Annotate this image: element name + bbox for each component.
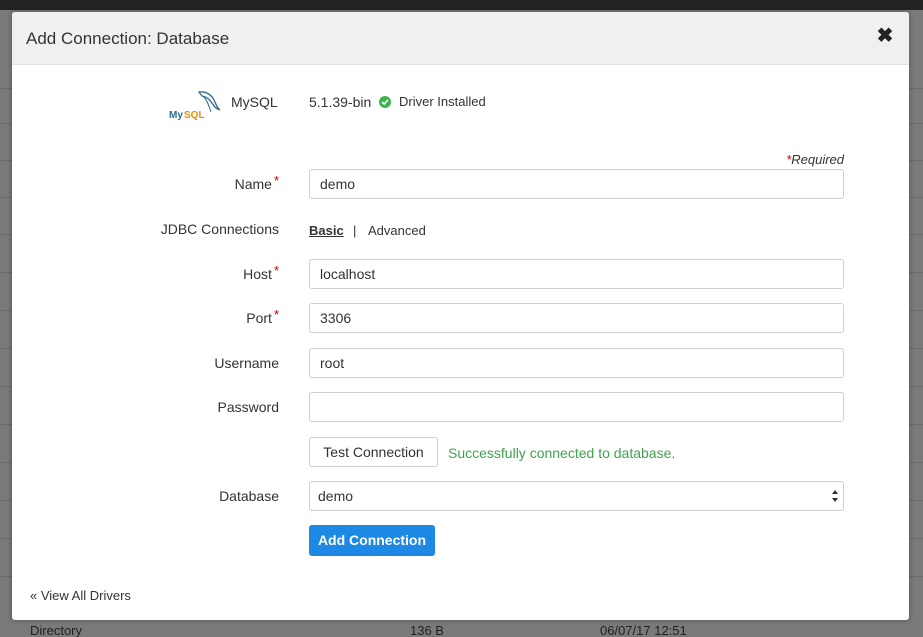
- database-select[interactable]: demo: [309, 481, 844, 511]
- add-connection-dialog: Add Connection: Database ✖ My SQL MySQL …: [12, 12, 909, 620]
- bg-row-name: Directory: [30, 623, 83, 637]
- connection-success-message: Successfully connected to database.: [448, 445, 676, 461]
- required-note: *Required: [786, 152, 844, 167]
- database-label: Database: [219, 488, 279, 504]
- required-star: *: [273, 173, 279, 188]
- required-star: *: [273, 307, 279, 322]
- bg-row-modified: 06/07/17 12:51: [600, 623, 687, 637]
- driver-version: 5.1.39-bin: [309, 94, 372, 110]
- username-label: Username: [214, 355, 279, 371]
- database-select-value: demo: [318, 488, 354, 504]
- password-input[interactable]: [309, 392, 844, 422]
- jdbc-connections-label: JDBC Connections: [160, 221, 279, 237]
- dialog-title: Add Connection: Database: [26, 29, 230, 48]
- jdbc-separator: |: [353, 223, 357, 238]
- username-input[interactable]: [309, 348, 844, 378]
- dialog-header: Add Connection: Database ✖: [12, 12, 909, 65]
- port-input[interactable]: [309, 303, 844, 333]
- bg-row-size: 136 B: [410, 623, 444, 637]
- select-arrows-icon: [832, 490, 838, 502]
- add-connection-button[interactable]: Add Connection: [309, 525, 435, 556]
- driver-status: Driver Installed: [399, 94, 486, 109]
- driver-name: MySQL: [231, 94, 278, 110]
- required-star: *: [273, 263, 279, 278]
- name-input[interactable]: [309, 169, 844, 199]
- host-label-text: Host: [243, 266, 272, 282]
- jdbc-advanced-tab[interactable]: Advanced: [368, 223, 426, 238]
- background-table-row: Directory 136 B 06/07/17 12:51: [0, 619, 923, 637]
- password-label: Password: [217, 399, 279, 415]
- port-label: Port *: [139, 307, 279, 326]
- jdbc-basic-tab[interactable]: Basic: [309, 223, 344, 238]
- host-label: Host *: [139, 263, 279, 282]
- port-label-text: Port: [246, 310, 272, 326]
- host-input[interactable]: [309, 259, 844, 289]
- mysql-logo: My SQL: [169, 91, 221, 120]
- required-note-text: Required: [791, 152, 844, 167]
- close-icon[interactable]: ✖: [876, 25, 894, 47]
- name-label-text: Name: [234, 176, 272, 192]
- check-circle-icon: [379, 96, 391, 108]
- name-label: Name *: [139, 173, 279, 192]
- svg-text:SQL: SQL: [184, 110, 205, 120]
- svg-text:My: My: [169, 110, 183, 120]
- app-top-bar: [0, 0, 923, 10]
- view-all-drivers-link[interactable]: « View All Drivers: [30, 588, 131, 603]
- test-connection-button[interactable]: Test Connection: [309, 437, 438, 467]
